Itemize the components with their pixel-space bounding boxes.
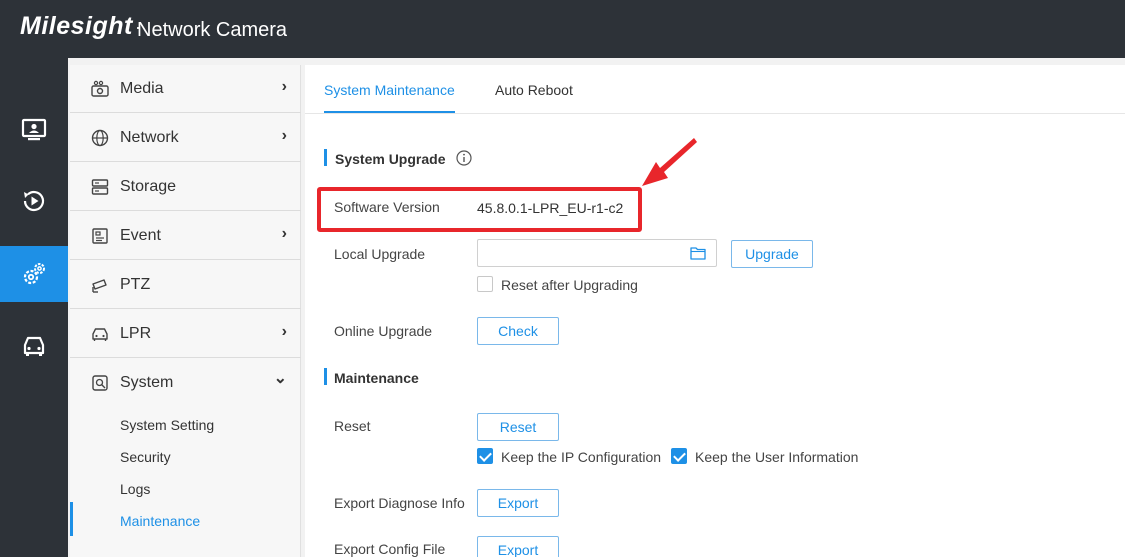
- globe-icon: [91, 129, 109, 147]
- section-marker: [324, 368, 327, 385]
- reset-after-upgrading-checkbox[interactable]: [477, 276, 493, 292]
- menu-item-label: System: [120, 374, 174, 391]
- export-config-button[interactable]: Export: [477, 536, 559, 557]
- rail-vehicle[interactable]: [0, 318, 68, 374]
- menu-item-storage[interactable]: Storage: [70, 163, 301, 211]
- settings-menu: Media › Network › Storage Event › PTZ LP…: [70, 65, 301, 557]
- section-marker: [324, 149, 327, 166]
- export-diagnose-button[interactable]: Export: [477, 489, 559, 517]
- menu-item-label: LPR: [120, 325, 152, 342]
- car-icon: [92, 328, 108, 341]
- section-title-maintenance: Maintenance: [334, 370, 419, 386]
- menu-item-label: PTZ: [120, 276, 151, 293]
- menu-item-label: Event: [120, 227, 161, 244]
- chevron-down-icon: ⌄: [273, 370, 287, 387]
- chevron-right-icon: ›: [281, 78, 287, 95]
- system-icon: [92, 375, 108, 391]
- annotation-arrow-icon: [642, 138, 697, 186]
- upgrade-file-input[interactable]: [477, 239, 717, 267]
- reset-button[interactable]: Reset: [477, 413, 559, 441]
- tab-underline: [324, 111, 455, 113]
- menu-item-ptz[interactable]: PTZ: [70, 261, 301, 309]
- info-icon[interactable]: [456, 150, 472, 166]
- keep-ip-label: Keep the IP Configuration: [501, 449, 662, 465]
- submenu-maintenance[interactable]: Maintenance: [120, 513, 200, 529]
- folder-icon[interactable]: [690, 246, 706, 260]
- export-config-label: Export Config File: [334, 541, 446, 557]
- keep-ip-checkbox[interactable]: [477, 448, 493, 464]
- event-icon: [92, 228, 108, 244]
- tab-bar: System Maintenance Auto Reboot: [305, 65, 1125, 114]
- ptz-icon: [92, 279, 107, 293]
- active-indicator: [70, 502, 73, 536]
- submenu-system-setting[interactable]: System Setting: [120, 417, 214, 433]
- menu-item-network[interactable]: Network ›: [70, 114, 301, 162]
- brand-logo: Milesight: [20, 12, 133, 40]
- online-upgrade-label: Online Upgrade: [334, 323, 433, 339]
- settings-gear-icon: [23, 263, 45, 285]
- menu-item-label: Storage: [120, 178, 177, 195]
- camera-icon: [91, 80, 109, 97]
- tab-system-maintenance[interactable]: System Maintenance: [324, 82, 455, 98]
- check-button[interactable]: Check: [477, 317, 559, 345]
- menu-item-system[interactable]: System ⌄: [70, 359, 301, 407]
- chevron-right-icon: ›: [281, 225, 287, 242]
- menu-item-media[interactable]: Media ›: [70, 65, 301, 113]
- storage-icon: [91, 179, 109, 195]
- rail-playback[interactable]: [0, 173, 68, 229]
- reset-label: Reset: [334, 418, 371, 434]
- reset-after-upgrading-label: Reset after Upgrading: [501, 277, 638, 293]
- monitor-icon: [21, 118, 47, 141]
- icon-rail: [0, 58, 68, 557]
- main-content: System Maintenance Auto Reboot System Up…: [305, 65, 1125, 557]
- menu-item-lpr[interactable]: LPR ›: [70, 310, 301, 358]
- keep-user-label: Keep the User Information: [695, 449, 859, 465]
- submenu-security[interactable]: Security: [120, 449, 171, 465]
- highlight-box: [317, 187, 642, 232]
- rail-settings[interactable]: [0, 246, 68, 302]
- export-diagnose-label: Export Diagnose Info: [334, 495, 465, 511]
- menu-item-event[interactable]: Event ›: [70, 212, 301, 260]
- upgrade-button[interactable]: Upgrade: [731, 240, 813, 268]
- keep-user-checkbox[interactable]: [671, 448, 687, 464]
- menu-item-label: Network: [120, 129, 179, 146]
- app-header: Milesight · Network Camera: [0, 0, 1125, 58]
- car-icon: [23, 336, 45, 356]
- product-title: Network Camera: [137, 19, 288, 41]
- chevron-right-icon: ›: [281, 323, 287, 340]
- section-title-system-upgrade: System Upgrade: [335, 151, 446, 167]
- menu-item-label: Media: [120, 80, 164, 97]
- playback-icon: [23, 190, 45, 212]
- rail-live-view[interactable]: [0, 102, 68, 158]
- submenu-logs[interactable]: Logs: [120, 481, 150, 497]
- chevron-right-icon: ›: [281, 127, 287, 144]
- local-upgrade-label: Local Upgrade: [334, 246, 426, 262]
- tab-auto-reboot[interactable]: Auto Reboot: [495, 82, 573, 98]
